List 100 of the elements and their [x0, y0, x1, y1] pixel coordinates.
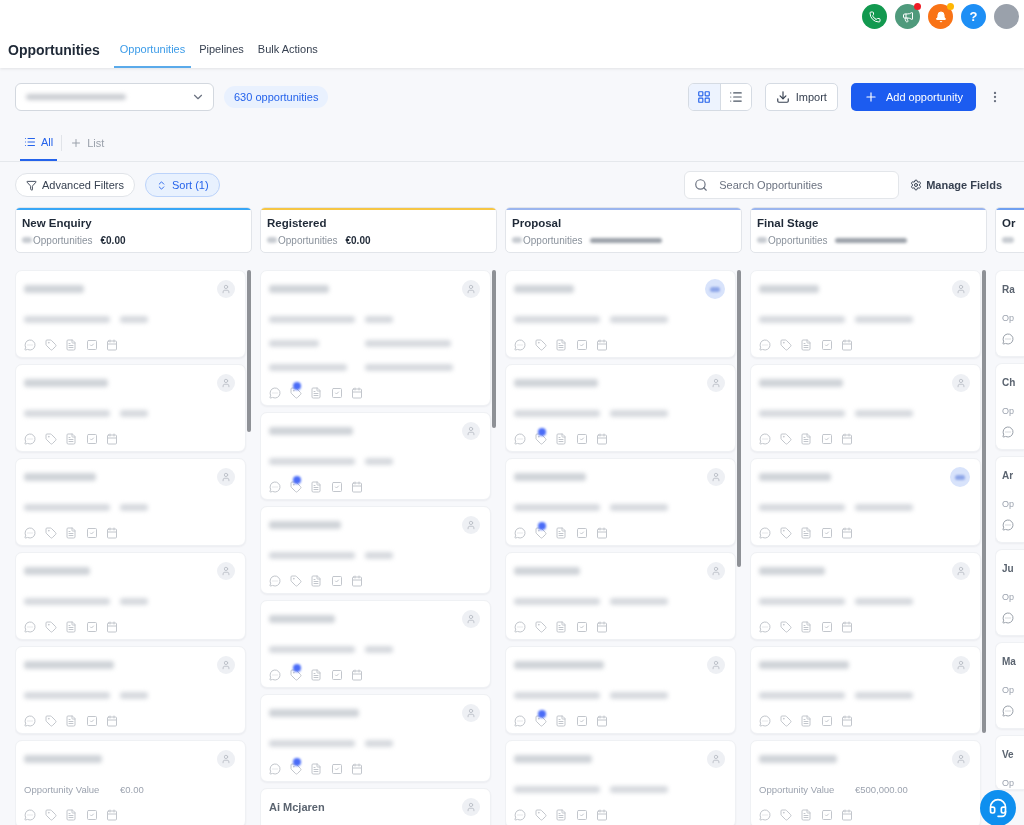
calendar-icon[interactable]	[351, 669, 363, 681]
tag-icon[interactable]	[779, 527, 792, 539]
file-icon[interactable]	[310, 763, 322, 775]
avatar-circle[interactable]	[217, 562, 235, 580]
chat-icon[interactable]	[514, 527, 526, 539]
checkbox-icon[interactable]	[575, 715, 588, 727]
tag-icon[interactable]	[289, 481, 302, 493]
nav-tab[interactable]: Pipelines	[193, 31, 250, 68]
chat-icon[interactable]	[1002, 519, 1014, 531]
checkbox-icon[interactable]	[85, 433, 98, 445]
tag-icon[interactable]	[44, 809, 57, 821]
avatar-circle[interactable]	[462, 516, 480, 534]
calendar-icon[interactable]	[596, 715, 608, 727]
file-icon[interactable]	[800, 809, 812, 821]
tag-icon[interactable]	[289, 763, 302, 775]
opportunity-card[interactable]: Ma Op	[995, 642, 1024, 729]
calendar-icon[interactable]	[106, 527, 118, 539]
sort-button[interactable]: Sort (1)	[144, 173, 220, 197]
opportunity-card[interactable]	[15, 646, 246, 734]
opportunity-card[interactable]	[260, 506, 491, 594]
chat-icon[interactable]	[759, 527, 771, 539]
opportunity-card[interactable]	[750, 458, 981, 546]
checkbox-icon[interactable]	[330, 387, 343, 399]
calendar-icon[interactable]	[596, 621, 608, 633]
checkbox-icon[interactable]	[575, 621, 588, 633]
avatar-circle[interactable]	[707, 750, 725, 768]
scrollbar-thumb[interactable]	[982, 270, 986, 733]
tag-icon[interactable]	[534, 339, 547, 351]
calendar-icon[interactable]	[596, 339, 608, 351]
chat-icon[interactable]	[269, 669, 281, 681]
checkbox-icon[interactable]	[85, 339, 98, 351]
calendar-icon[interactable]	[351, 387, 363, 399]
opportunity-card[interactable]	[505, 552, 736, 640]
tag-icon[interactable]	[289, 669, 302, 681]
chat-icon[interactable]	[269, 575, 281, 587]
calendar-icon[interactable]	[841, 339, 853, 351]
opportunity-card[interactable]	[505, 740, 736, 825]
avatar-circle[interactable]	[952, 562, 970, 580]
calendar-icon[interactable]	[841, 433, 853, 445]
scrollbar-thumb[interactable]	[247, 270, 251, 432]
chat-icon[interactable]	[1002, 612, 1014, 624]
opportunity-card[interactable]	[750, 646, 981, 734]
search-field[interactable]: Search Opportunities	[684, 171, 900, 199]
checkbox-icon[interactable]	[820, 715, 833, 727]
avatar-circle[interactable]	[707, 656, 725, 674]
calendar-icon[interactable]	[596, 527, 608, 539]
calendar-icon[interactable]	[596, 433, 608, 445]
tag-icon[interactable]	[779, 433, 792, 445]
file-icon[interactable]	[800, 715, 812, 727]
opportunity-card[interactable]	[15, 364, 246, 452]
file-icon[interactable]	[555, 715, 567, 727]
file-icon[interactable]	[310, 575, 322, 587]
tag-icon[interactable]	[779, 621, 792, 633]
checkbox-icon[interactable]	[330, 763, 343, 775]
file-icon[interactable]	[800, 621, 812, 633]
opportunity-card[interactable]	[750, 270, 981, 358]
opportunity-card[interactable]	[750, 364, 981, 452]
chat-icon[interactable]	[1002, 426, 1014, 438]
list-view-button[interactable]	[719, 84, 751, 110]
avatar-circle[interactable]	[952, 750, 970, 768]
tag-icon[interactable]	[534, 809, 547, 821]
chat-icon[interactable]	[24, 809, 36, 821]
tag-icon[interactable]	[779, 715, 792, 727]
support-button[interactable]	[980, 790, 1016, 825]
file-icon[interactable]	[65, 621, 77, 633]
checkbox-icon[interactable]	[575, 433, 588, 445]
tag-icon[interactable]	[779, 339, 792, 351]
file-icon[interactable]	[800, 339, 812, 351]
checkbox-icon[interactable]	[820, 621, 833, 633]
file-icon[interactable]	[65, 527, 77, 539]
tag-icon[interactable]	[534, 527, 547, 539]
chat-icon[interactable]	[514, 433, 526, 445]
checkbox-icon[interactable]	[820, 809, 833, 821]
calendar-icon[interactable]	[841, 809, 853, 821]
file-icon[interactable]	[555, 621, 567, 633]
tag-icon[interactable]	[44, 527, 57, 539]
calendar-icon[interactable]	[841, 715, 853, 727]
manage-fields-button[interactable]: Manage Fields	[910, 179, 1002, 191]
calendar-icon[interactable]	[351, 575, 363, 587]
checkbox-icon[interactable]	[575, 809, 588, 821]
tag-icon[interactable]	[534, 715, 547, 727]
chat-icon[interactable]	[24, 621, 36, 633]
checkbox-icon[interactable]	[820, 527, 833, 539]
chat-icon[interactable]	[24, 527, 36, 539]
user-avatar[interactable]	[994, 4, 1019, 29]
opportunity-card[interactable]	[15, 270, 246, 358]
avatar-circle[interactable]	[217, 468, 235, 486]
opportunity-card[interactable]: Ju Op	[995, 549, 1024, 636]
checkbox-icon[interactable]	[330, 575, 343, 587]
calendar-icon[interactable]	[596, 809, 608, 821]
file-icon[interactable]	[555, 339, 567, 351]
avatar-circle[interactable]	[217, 280, 235, 298]
calendar-icon[interactable]	[106, 809, 118, 821]
tag-icon[interactable]	[44, 715, 57, 727]
file-icon[interactable]	[800, 433, 812, 445]
board-view-button[interactable]	[688, 84, 720, 110]
calendar-icon[interactable]	[106, 621, 118, 633]
calendar-icon[interactable]	[106, 715, 118, 727]
tag-icon[interactable]	[534, 621, 547, 633]
opportunity-card[interactable]	[505, 270, 736, 358]
